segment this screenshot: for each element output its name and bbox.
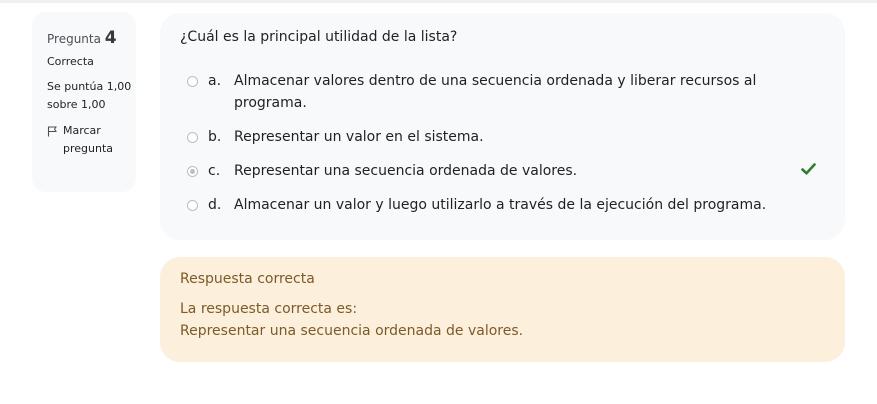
option-letter: b. xyxy=(208,129,222,145)
answer-option-a[interactable]: a. Almacenar valores dentro de una secue… xyxy=(187,70,804,114)
feedback-intro: La respuesta correcta es: xyxy=(180,301,358,317)
option-letter: c. xyxy=(208,163,221,179)
question-box: ¿Cuál es la principal utilidad de la lis… xyxy=(160,13,845,240)
flag-question-label: Marcar pregunta xyxy=(63,124,114,155)
radio-option-d[interactable] xyxy=(187,200,198,211)
option-text: Representar una secuencia ordenada de va… xyxy=(234,163,578,179)
option-letter: d. xyxy=(208,197,222,213)
option-text: Representar un valor en el sistema. xyxy=(234,129,484,145)
question-grade: Se puntúa 1,00 sobre 1,00 xyxy=(47,80,132,111)
option-letter: a. xyxy=(208,73,222,89)
option-text: Almacenar un valor y luego utilizarlo a … xyxy=(234,197,767,213)
feedback-box: Respuesta correcta La respuesta correcta… xyxy=(160,257,845,362)
top-divider xyxy=(0,0,877,3)
radio-option-a[interactable] xyxy=(187,76,198,87)
option-text: Almacenar valores dentro de una secuenci… xyxy=(234,73,757,111)
correct-check-icon xyxy=(801,163,816,175)
answer-option-c[interactable]: c. Representar una secuencia ordenada de… xyxy=(187,160,804,182)
question-state: Correcta xyxy=(47,55,94,68)
feedback-answer: Representar una secuencia ordenada de va… xyxy=(180,323,524,339)
question-label: Pregunta xyxy=(47,32,101,46)
radio-option-c[interactable] xyxy=(187,166,198,177)
flag-icon xyxy=(47,126,57,137)
question-number-value: 4 xyxy=(104,28,117,48)
question-text: ¿Cuál es la principal utilidad de la lis… xyxy=(180,29,458,45)
flag-question-button[interactable]: Marcar pregunta xyxy=(47,122,136,158)
question-number: Pregunta 4 xyxy=(47,27,136,50)
question-info-panel: Pregunta 4 Correcta Se puntúa 1,00 sobre… xyxy=(32,12,136,192)
answer-option-b[interactable]: b. Representar un valor en el sistema. xyxy=(187,126,804,148)
answer-option-d[interactable]: d. Almacenar un valor y luego utilizarlo… xyxy=(187,194,804,216)
radio-option-b[interactable] xyxy=(187,132,198,143)
feedback-title: Respuesta correcta xyxy=(180,271,315,287)
